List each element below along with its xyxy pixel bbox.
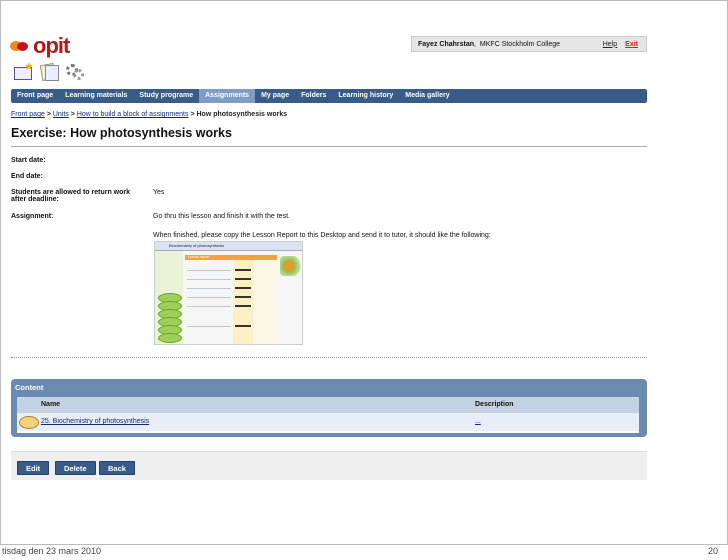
- slide-frame: opit ★ Fayez Chahrstan, MKFC Stockholm C…: [0, 0, 728, 545]
- nav-item-learning-history[interactable]: Learning history: [332, 89, 399, 103]
- breadcrumb-separator: >: [46, 111, 51, 118]
- breadcrumb: Front page > Units > How to build a bloc…: [11, 111, 287, 118]
- report-map-graphic: [280, 256, 302, 276]
- nav-item-assignments[interactable]: Assignments: [199, 89, 256, 103]
- breadcrumb-units[interactable]: Units: [53, 111, 69, 118]
- exit-link[interactable]: Exit: [625, 41, 638, 48]
- nav-item-learning-materials[interactable]: Learning materials: [59, 89, 133, 103]
- late-return-label: Students are allowed to return work afte…: [11, 189, 130, 203]
- nav-item-folders[interactable]: Folders: [295, 89, 332, 103]
- opit-logo-mark-icon: [10, 39, 30, 53]
- footer-date: tisdag den 23 mars 2010: [2, 546, 102, 556]
- column-header-name[interactable]: Name: [41, 401, 60, 408]
- settings-gear-icon[interactable]: [65, 62, 85, 80]
- nav-item-study-programe[interactable]: Study programe: [133, 89, 199, 103]
- divider: [11, 146, 647, 147]
- lesson-report-image: Biochemistry of photosynthesis Lesson re…: [154, 241, 303, 345]
- back-button[interactable]: Back: [99, 461, 135, 475]
- nav-item-front-page[interactable]: Front page: [11, 89, 59, 103]
- main-nav: Front page Learning materials Study prog…: [11, 89, 647, 103]
- help-link[interactable]: Help: [603, 41, 617, 48]
- breadcrumb-block[interactable]: How to build a block of assignments: [77, 111, 189, 118]
- column-header-description[interactable]: Description: [475, 401, 514, 408]
- mail-icon[interactable]: ★: [13, 61, 34, 80]
- chloroplast-illustration: [155, 251, 183, 344]
- breadcrumb-separator: >: [190, 111, 195, 118]
- breadcrumb-current: How photosynthesis works: [196, 111, 288, 118]
- table-header: Name Description: [17, 397, 639, 413]
- footer-page-number: 20: [707, 546, 718, 556]
- row-description-link[interactable]: ...: [475, 418, 481, 425]
- nav-item-my-page[interactable]: My page: [255, 89, 295, 103]
- logo-text: opit: [33, 33, 70, 58]
- user-org: MKFC Stockholm College: [479, 40, 561, 48]
- report-image-title: Biochemistry of photosynthesis: [169, 243, 225, 248]
- content-table: Name Description 25. Biochemistry of pho…: [17, 397, 639, 433]
- late-return-label-line2: after deadline:: [11, 196, 59, 203]
- row-name-link[interactable]: 25. Biochemistry of photosynthesis: [41, 418, 149, 425]
- documents-icon[interactable]: [39, 62, 59, 82]
- edit-button[interactable]: Edit: [17, 461, 50, 475]
- breadcrumb-separator: >: [70, 111, 75, 118]
- content-heading: Content: [15, 383, 44, 392]
- late-return-label-line1: Students are allowed to return work: [11, 189, 131, 196]
- assignment-text-1: Go thru this lesson and finish it with t…: [153, 213, 290, 220]
- delete-button[interactable]: Delete: [55, 461, 96, 475]
- page-title: Exercise: How photosynthesis works: [11, 126, 232, 140]
- table-row: 25. Biochemistry of photosynthesis ...: [17, 413, 639, 431]
- opit-logo[interactable]: opit: [10, 33, 70, 59]
- late-return-value: Yes: [153, 189, 165, 196]
- header-icons: ★: [13, 61, 85, 82]
- breadcrumb-front-page[interactable]: Front page: [11, 111, 45, 118]
- assignment-text-2: When finished, please copy the Lesson Re…: [153, 232, 491, 239]
- user-name: Fayez Chahrstan: [418, 40, 475, 48]
- end-date-label: End date:: [11, 173, 43, 180]
- content-panel: Content Name Description 25. Biochemistr…: [11, 379, 647, 437]
- nav-item-media-gallery[interactable]: Media gallery: [399, 89, 455, 103]
- start-date-label: Start date:: [11, 157, 46, 164]
- assignment-label: Assignment:: [11, 213, 54, 220]
- divider-dotted: [11, 357, 647, 358]
- lesson-icon: [19, 416, 39, 429]
- user-bar: Fayez Chahrstan, MKFC Stockholm College …: [411, 36, 647, 52]
